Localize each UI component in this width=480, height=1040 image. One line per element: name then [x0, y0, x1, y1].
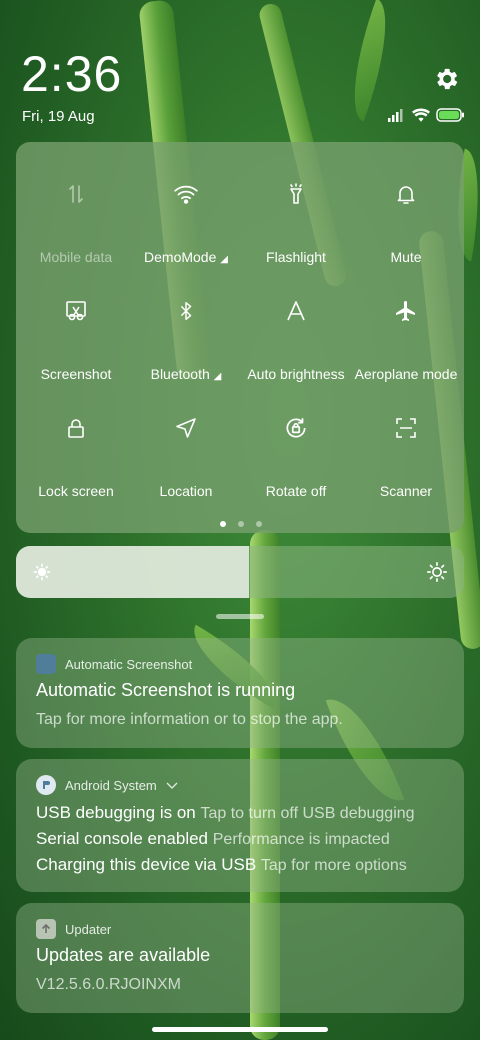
tile-label: Mute — [390, 249, 422, 265]
android-system-icon — [36, 775, 56, 795]
tile-auto-brightness[interactable]: Auto brightness — [240, 269, 352, 382]
tile-label: Screenshot — [40, 366, 112, 382]
notification-android-system[interactable]: Android System USB debugging is on Tap t… — [16, 759, 464, 892]
notification-header: Updater — [36, 919, 111, 939]
tile-label: Flashlight — [266, 249, 326, 265]
tile-aeroplane-mode[interactable]: Aeroplane mode — [350, 269, 462, 382]
page-indicator — [220, 521, 262, 527]
notification-title: Updates are available — [36, 945, 211, 965]
rotate-icon — [278, 410, 314, 446]
tile-label: Location — [159, 483, 213, 499]
expand-triangle-icon: ◢ — [220, 254, 228, 265]
lock-icon — [58, 410, 94, 446]
wifi-icon — [168, 176, 204, 212]
tile-flashlight[interactable]: Flashlight — [240, 152, 352, 265]
page-dot — [238, 521, 244, 527]
tile-label: Rotate off — [265, 483, 327, 499]
notification-text: V12.5.6.0.RJOINXM — [36, 976, 181, 993]
signal-icon — [388, 108, 406, 127]
app-name: Android System — [65, 777, 157, 793]
brightness-high-icon — [426, 561, 448, 588]
scanner-icon — [388, 410, 424, 446]
chevron-down-icon[interactable] — [166, 778, 178, 793]
tile-label: Mobile data — [39, 249, 113, 265]
bell-icon — [388, 176, 424, 212]
quick-settings-panel: Mobile data DemoMode ◢ Flashlight Mute S… — [16, 142, 464, 533]
tile-scanner[interactable]: Scanner — [350, 386, 462, 499]
tile-location[interactable]: Location — [130, 386, 242, 499]
tile-label: Bluetooth ◢ — [150, 366, 222, 382]
screenshot-icon — [58, 293, 94, 329]
date: Fri, 19 Aug — [22, 108, 95, 125]
tile-screenshot[interactable]: Screenshot — [20, 269, 132, 382]
page-dot — [220, 521, 226, 527]
expand-triangle-icon: ◢ — [213, 371, 222, 382]
tile-mute[interactable]: Mute — [350, 152, 462, 265]
notification-automatic-screenshot[interactable]: Automatic Screenshot Automatic Screensho… — [16, 638, 464, 748]
airplane-icon — [388, 293, 424, 329]
settings-gear-icon[interactable] — [432, 65, 460, 93]
app-icon — [36, 654, 56, 674]
tile-label: Auto brightness — [247, 366, 345, 382]
tile-lock-screen[interactable]: Lock screen — [20, 386, 132, 499]
auto-brightness-icon — [278, 293, 314, 329]
tile-rotate[interactable]: Rotate off — [240, 386, 352, 499]
notification-line: Charging this device via USB Tap for mor… — [36, 855, 407, 874]
notification-text: Tap for more information or to stop the … — [36, 711, 343, 728]
bluetooth-icon — [168, 293, 204, 329]
brightness-low-icon — [32, 562, 52, 587]
brightness-slider[interactable] — [16, 546, 464, 598]
tile-label: Lock screen — [38, 483, 114, 499]
flashlight-icon — [278, 176, 314, 212]
notification-updater[interactable]: Updater Updates are available V12.5.6.0.… — [16, 903, 464, 1013]
updater-icon — [36, 919, 56, 939]
tile-label: Scanner — [379, 483, 433, 499]
page-dot — [256, 521, 262, 527]
home-gesture-bar[interactable] — [152, 1027, 328, 1032]
wifi-status-icon — [412, 108, 430, 127]
tile-label: Aeroplane mode — [354, 366, 458, 382]
mobile-data-icon — [58, 176, 94, 212]
app-name: Updater — [65, 921, 112, 937]
notification-line: USB debugging is on Tap to turn off USB … — [36, 803, 415, 822]
tile-wifi[interactable]: DemoMode ◢ — [130, 152, 242, 265]
clock: 2:36 — [21, 46, 123, 102]
tile-label: DemoMode ◢ — [144, 249, 228, 265]
drag-handle[interactable] — [216, 614, 264, 619]
tile-bluetooth[interactable]: Bluetooth ◢ — [130, 269, 242, 382]
notification-title: Automatic Screenshot is running — [36, 680, 296, 700]
status-icons — [388, 107, 464, 127]
notification-header: Android System — [36, 775, 178, 795]
notification-header: Automatic Screenshot — [36, 654, 192, 674]
location-icon — [168, 410, 204, 446]
notification-line: Serial console enabled Performance is im… — [36, 829, 390, 848]
app-name: Automatic Screenshot — [65, 656, 193, 672]
battery-icon — [436, 107, 464, 127]
tile-mobile-data[interactable]: Mobile data — [20, 152, 132, 265]
